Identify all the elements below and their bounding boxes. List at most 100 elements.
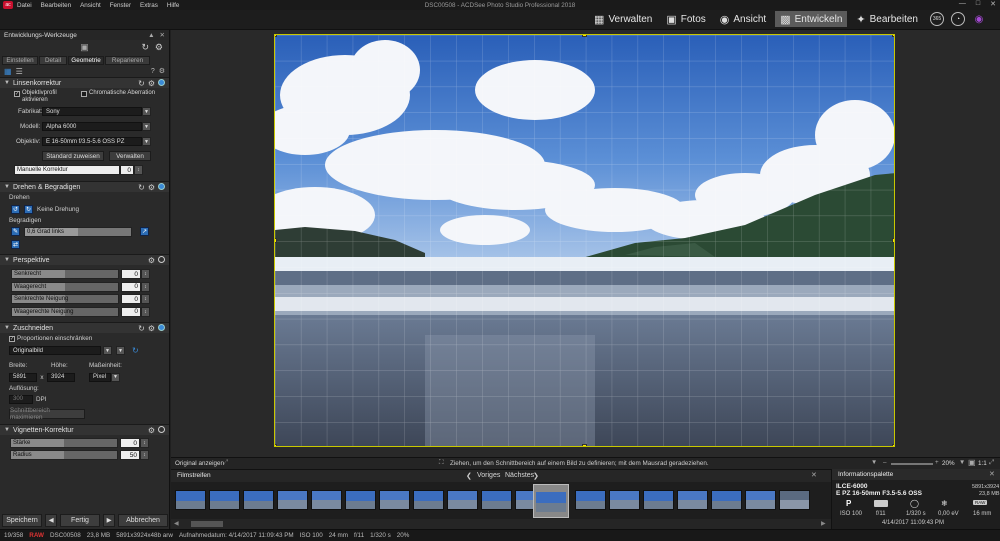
reset-icon[interactable]: ↻ [141, 42, 149, 53]
section-lens-correction[interactable]: ▼ Linsenkorrektur ↻ ⚙ [0, 77, 169, 88]
thumbnail[interactable] [481, 490, 512, 510]
unit-select[interactable]: Pixel [89, 372, 111, 382]
maximize-icon[interactable]: □ [976, 0, 980, 8]
strength-slider[interactable]: Stärke [10, 438, 118, 448]
next-icon[interactable]: ▶ [103, 513, 115, 527]
actual-size-button[interactable]: 1:1 [978, 460, 987, 467]
horizontal-tilt-slider[interactable]: Waagerechte Neigung [11, 306, 119, 317]
grid-view-icon[interactable]: ▦ [4, 67, 12, 76]
tab-detail[interactable]: Detail [39, 55, 67, 65]
assign-default-button[interactable]: Standard zuweisen [42, 151, 104, 161]
ratio-select[interactable]: Originalbild [9, 346, 101, 355]
straighten-slider[interactable]: 0,6 Grad links [24, 226, 132, 237]
thumbnail[interactable] [175, 490, 206, 510]
gear-icon[interactable]: ⚙ [148, 79, 155, 88]
resolution-input[interactable]: 300 [9, 394, 33, 404]
menu-hilfe[interactable]: Hilfe [167, 2, 180, 9]
chevron-down-icon[interactable]: ▼ [142, 137, 151, 146]
chevron-down-icon[interactable]: ▼ [111, 372, 120, 382]
tab-einstellen[interactable]: Einstellen [2, 55, 38, 65]
zoom-out-icon[interactable]: – [883, 459, 887, 466]
crop-handle-bottom[interactable] [582, 444, 587, 446]
fit-screen-icon[interactable]: ▣ [968, 458, 976, 467]
stepper-icon[interactable]: ↕ [134, 165, 143, 175]
thumbnail[interactable] [745, 490, 776, 510]
vertical-tilt-slider[interactable]: Senkrechte Neigung [11, 294, 119, 305]
menu-bearbeiten[interactable]: Bearbeiten [41, 2, 71, 9]
close-icon[interactable]: ✕ [811, 471, 817, 479]
help-icon[interactable]: ? [151, 68, 155, 75]
mode-bearbeiten[interactable]: ✦ Bearbeiten [851, 11, 923, 27]
close-icon[interactable]: ✕ [989, 470, 995, 478]
proportions-checkbox[interactable]: ✓ [9, 335, 15, 342]
tab-reparieren[interactable]: Reparieren [105, 55, 150, 65]
gear-icon[interactable]: ⚙ [148, 324, 155, 333]
stepper-icon[interactable]: ↕ [141, 269, 150, 280]
horizontal-value[interactable]: 0 [121, 281, 141, 292]
vertical-slider[interactable]: Senkrecht [11, 269, 119, 280]
section-perspective[interactable]: ▼ Perspektive ⚙ [0, 254, 169, 265]
crop-handle-right[interactable] [892, 238, 894, 243]
next-link[interactable]: Nächstes [505, 472, 534, 479]
maker-select[interactable]: Sony [42, 107, 142, 116]
chevron-down-icon[interactable]: ▼ [142, 107, 151, 116]
reset-icon[interactable]: ↻ [138, 79, 145, 88]
thumbnail[interactable] [209, 490, 240, 510]
cancel-button[interactable]: Abbrechen [118, 513, 168, 527]
acdsee-365-icon[interactable]: 365 [930, 12, 944, 26]
menu-extras[interactable]: Extras [140, 2, 158, 9]
vertical-value[interactable]: 0 [121, 269, 141, 280]
enable-toggle-icon[interactable] [158, 255, 165, 263]
options-icon[interactable]: ⚙ [159, 67, 165, 75]
width-input[interactable]: 5891 [9, 372, 37, 382]
menu-datei[interactable]: Datei [17, 2, 32, 9]
stepper-icon[interactable]: ↕ [141, 281, 150, 292]
next-chevron-icon[interactable]: ❯ [533, 472, 539, 480]
previous-icon[interactable]: ◀ [45, 513, 57, 527]
done-button[interactable]: Fertig [60, 513, 100, 527]
height-input[interactable]: 3924 [47, 372, 75, 382]
crop-handle-bottom-left[interactable] [275, 444, 277, 446]
gear-icon[interactable]: ⚙ [148, 426, 155, 435]
enable-toggle-icon[interactable] [158, 182, 165, 190]
crop-handle-top-right[interactable] [892, 35, 894, 37]
layers-icon[interactable]: ◉ [972, 12, 986, 26]
zoom-dropdown-icon[interactable]: ▼ [871, 459, 877, 466]
mode-verwalten[interactable]: ▦ Verwalten [589, 11, 657, 27]
thumbnail[interactable] [575, 490, 606, 510]
pin-icon[interactable]: ▲ [148, 32, 154, 39]
settings-icon[interactable]: ⚙ [155, 42, 163, 53]
rotate-left-icon[interactable]: ↺ [11, 204, 20, 214]
mode-entwickeln[interactable]: ▩ Entwickeln [775, 11, 848, 27]
crop-handle-bottom-right[interactable] [892, 444, 894, 446]
straighten-tool-icon[interactable]: ✎ [11, 227, 20, 236]
chromatic-checkbox[interactable] [81, 91, 87, 97]
app-logo-icon[interactable]: ac [3, 1, 13, 9]
thumbnail[interactable] [413, 490, 444, 510]
photo-preview[interactable] [274, 34, 895, 447]
enable-toggle-icon[interactable] [158, 323, 165, 331]
swap-orientation-icon[interactable]: ↻ [132, 346, 139, 355]
thumbnail[interactable] [345, 490, 376, 510]
thumbnail[interactable] [447, 490, 478, 510]
thumbnail[interactable] [643, 490, 674, 510]
crop-handle-top[interactable] [582, 35, 587, 37]
scroll-left-icon[interactable]: ◀ [174, 520, 179, 527]
mode-fotos[interactable]: ▣ Fotos [661, 11, 710, 27]
thumbnail[interactable] [779, 490, 810, 510]
horizontal-slider[interactable]: Waagerecht [11, 281, 119, 292]
menu-fenster[interactable]: Fenster [110, 2, 131, 9]
thumbnail[interactable] [311, 490, 342, 510]
thumbnail[interactable] [677, 490, 708, 510]
scroll-right-icon[interactable]: ▶ [821, 520, 826, 527]
enable-toggle-icon[interactable] [158, 425, 165, 433]
manual-correction-value[interactable]: 0 [120, 165, 134, 175]
stepper-icon[interactable]: ↕ [140, 438, 149, 448]
zoom-menu-icon[interactable]: ▼ [959, 459, 965, 466]
maximize-crop-button[interactable]: Schnittbereich maximieren [9, 407, 85, 421]
scrollbar-thumb[interactable] [191, 521, 223, 527]
section-vignette[interactable]: ▼ Vignetten-Korrektur ⚙ [0, 424, 169, 435]
thumbnail[interactable] [711, 490, 742, 510]
section-rotate-straighten[interactable]: ▼ Drehen & Begradigen ↻ ⚙ [0, 181, 169, 192]
chevron-down-icon[interactable]: ▼ [103, 346, 112, 355]
